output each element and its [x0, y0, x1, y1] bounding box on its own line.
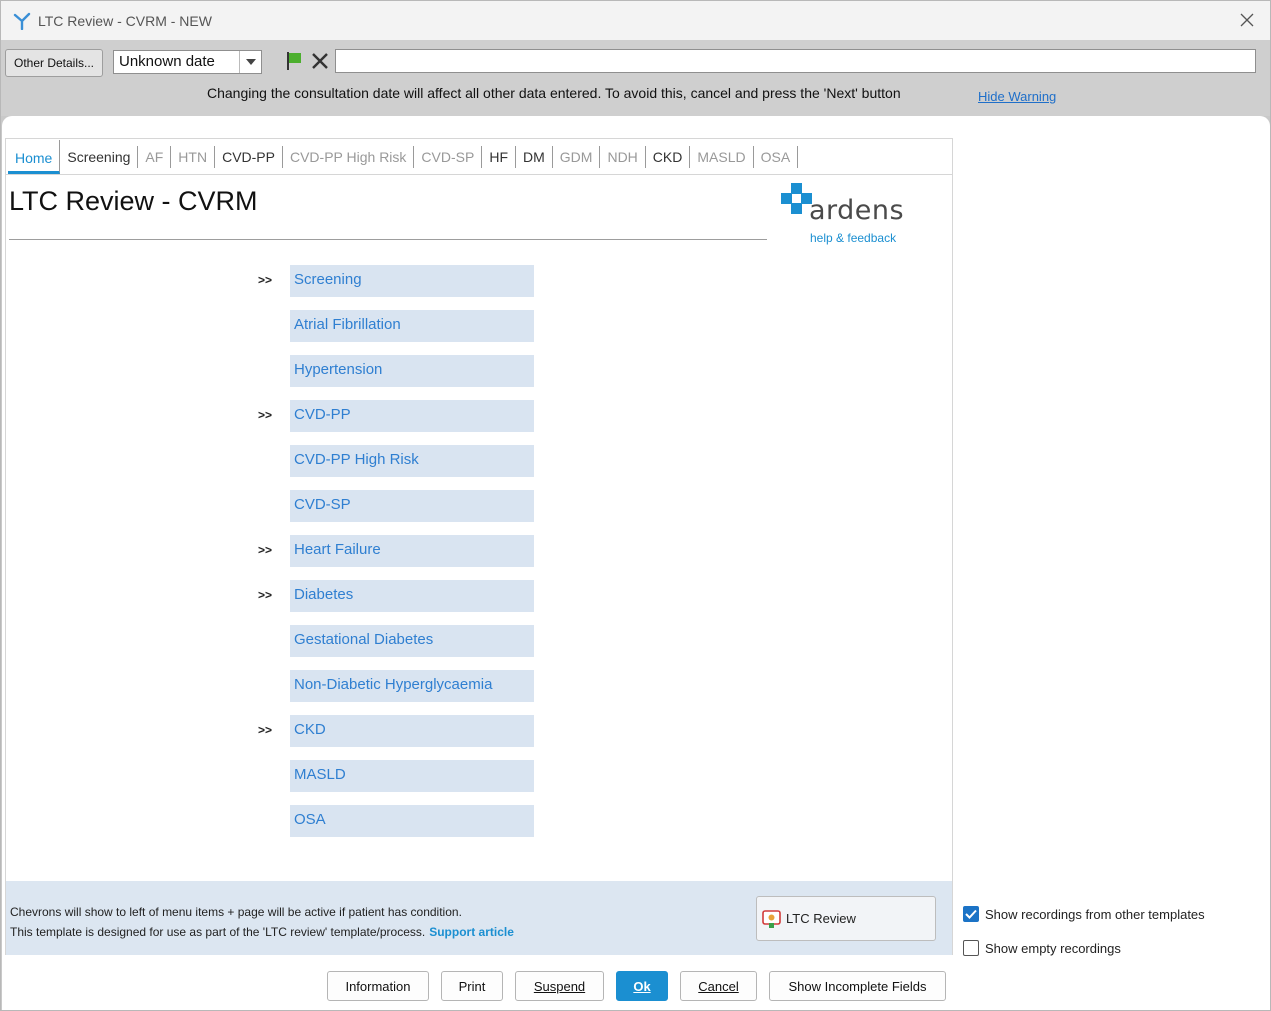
show-recordings-label: Show recordings from other templates	[985, 906, 1205, 922]
tab-masld[interactable]: MASLD	[690, 145, 754, 168]
menu-item-hypertension[interactable]: Hypertension	[290, 355, 534, 387]
tab-gdm[interactable]: GDM	[553, 145, 601, 168]
menu-row: Hypertension	[6, 355, 952, 387]
menu-row: Non-Diabetic Hyperglycaemia	[6, 670, 952, 702]
chevron-indicator: >>	[258, 273, 273, 287]
chevron-indicator: >>	[258, 588, 273, 602]
tab-cvd-sp[interactable]: CVD-SP	[414, 145, 483, 168]
title-divider	[9, 239, 767, 240]
checkbox-unchecked-icon[interactable]	[963, 940, 979, 956]
template-window: LTC Review - CVRM - NEW Other Details...…	[0, 0, 1271, 1011]
template-panel: Home Screening AF HTN CVD-PP CVD-PP High Risk…	[5, 138, 953, 955]
tab-screening[interactable]: Screening	[60, 145, 139, 168]
show-incomplete-fields-button[interactable]: Show Incomplete Fields	[769, 971, 946, 1001]
chevron-indicator: >>	[258, 408, 273, 422]
ardens-wordmark: ardens	[809, 195, 905, 226]
support-article-link[interactable]: Support article	[429, 925, 514, 939]
menu-row: CVD-PP High Risk	[6, 445, 952, 477]
date-value: Unknown date	[119, 53, 215, 70]
app-logo-icon	[13, 12, 31, 30]
hide-warning-link[interactable]: Hide Warning	[978, 89, 1056, 104]
template-info-line: This template is designed for use as par…	[10, 925, 426, 939]
chevron-info-text: Chevrons will show to left of menu items…	[10, 905, 462, 919]
flag-icon[interactable]	[283, 50, 305, 72]
show-recordings-checkbox[interactable]: Show recordings from other templates	[963, 906, 1205, 922]
menu-item-masld[interactable]: MASLD	[290, 760, 534, 792]
tab-hf[interactable]: HF	[482, 145, 516, 168]
cancel-button[interactable]: Cancel	[680, 971, 757, 1001]
tab-bar: Home Screening AF HTN CVD-PP CVD-PP High Risk…	[6, 139, 952, 175]
template-info-text: This template is designed for use as par…	[10, 925, 514, 939]
tab-af[interactable]: AF	[138, 145, 172, 168]
menu-row: OSA	[6, 805, 952, 837]
menu-row: Atrial Fibrillation	[6, 310, 952, 342]
menu-item-non-diabetic-hyperglycaemia[interactable]: Non-Diabetic Hyperglycaemia	[290, 670, 534, 702]
consultation-date-select[interactable]: Unknown date	[113, 50, 262, 74]
suspend-button[interactable]: Suspend	[515, 971, 604, 1001]
ok-button[interactable]: Ok	[616, 971, 668, 1001]
menu-item-osa[interactable]: OSA	[290, 805, 534, 837]
other-details-button[interactable]: Other Details...	[5, 49, 103, 77]
close-icon[interactable]	[1238, 11, 1256, 29]
chevron-indicator: >>	[258, 723, 273, 737]
ardens-logo[interactable]: ardens help & feedback	[779, 181, 914, 249]
tab-dm[interactable]: DM	[516, 145, 553, 168]
help-feedback-link[interactable]: help & feedback	[810, 231, 896, 245]
menu-item-atrial-fibrillation[interactable]: Atrial Fibrillation	[290, 310, 534, 342]
menu-item-screening[interactable]: Screening	[290, 265, 534, 297]
menu-item-cvd-pp[interactable]: CVD-PP	[290, 400, 534, 432]
ltc-review-label: LTC Review	[786, 911, 856, 926]
info-footer: Chevrons will show to left of menu items…	[6, 881, 952, 955]
window-title: LTC Review - CVRM - NEW	[38, 12, 212, 29]
ltc-review-button[interactable]: LTC Review	[756, 896, 936, 941]
tab-cvd-pp-high-risk[interactable]: CVD-PP High Risk	[283, 145, 415, 168]
content-area: Home Screening AF HTN CVD-PP CVD-PP High Risk…	[2, 116, 1270, 1010]
show-empty-checkbox[interactable]: Show empty recordings	[963, 940, 1121, 956]
tab-ckd[interactable]: CKD	[646, 145, 691, 168]
menu-row: MASLD	[6, 760, 952, 792]
clear-icon[interactable]	[309, 50, 331, 72]
information-button[interactable]: Information	[327, 971, 429, 1001]
menu-item-gestational-diabetes[interactable]: Gestational Diabetes	[290, 625, 534, 657]
menu-row: >> Heart Failure	[6, 535, 952, 567]
tab-ndh[interactable]: NDH	[600, 145, 646, 168]
tab-htn[interactable]: HTN	[171, 145, 216, 168]
menu-row: >> Diabetes	[6, 580, 952, 612]
chevron-down-icon[interactable]	[239, 51, 261, 73]
show-empty-label: Show empty recordings	[985, 940, 1121, 956]
free-text-input[interactable]	[335, 49, 1256, 73]
tab-cvd-pp[interactable]: CVD-PP	[215, 145, 283, 168]
chevron-indicator: >>	[258, 543, 273, 557]
menu-item-heart-failure[interactable]: Heart Failure	[290, 535, 534, 567]
menu-item-cvd-sp[interactable]: CVD-SP	[290, 490, 534, 522]
date-warning-text: Changing the consultation date will affe…	[207, 85, 901, 101]
menu-row: CVD-SP	[6, 490, 952, 522]
menu-item-diabetes[interactable]: Diabetes	[290, 580, 534, 612]
menu-row: >> CKD	[6, 715, 952, 747]
menu-item-cvd-pp-high-risk[interactable]: CVD-PP High Risk	[290, 445, 534, 477]
tab-home[interactable]: Home	[8, 139, 61, 174]
tab-osa[interactable]: OSA	[754, 145, 799, 168]
title-bar: LTC Review - CVRM - NEW	[1, 1, 1270, 40]
menu-item-ckd[interactable]: CKD	[290, 715, 534, 747]
menu-row: >> Screening	[6, 265, 952, 297]
page-title: LTC Review - CVRM	[9, 186, 258, 216]
toolbar: Other Details... Unknown date Changing t…	[1, 40, 1270, 116]
menu-row: >> CVD-PP	[6, 400, 952, 432]
print-button[interactable]: Print	[441, 971, 503, 1001]
menu-row: Gestational Diabetes	[6, 625, 952, 657]
checkbox-checked-icon[interactable]	[963, 906, 979, 922]
review-icon	[762, 909, 781, 928]
